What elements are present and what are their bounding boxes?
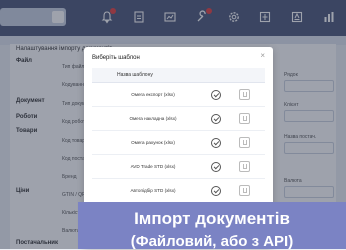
banner-subtitle: (Файловий, або з API)	[130, 233, 294, 250]
delete-icon[interactable]	[239, 113, 250, 124]
table-header: Назва шаблону	[92, 68, 265, 83]
select-check-icon[interactable]	[211, 162, 221, 172]
select-check-icon[interactable]	[211, 138, 221, 148]
template-name: Омега накладна (xlsx)	[129, 116, 177, 121]
table-row[interactable]: AVD Trade STD (xlsx)	[92, 155, 265, 179]
select-check-icon[interactable]	[211, 90, 221, 100]
delete-icon[interactable]	[239, 89, 250, 100]
banner-title: Імпорт документів	[134, 209, 290, 228]
select-check-icon[interactable]	[211, 186, 221, 196]
template-name: AVD Trade STD (xlsx)	[130, 164, 176, 169]
delete-icon[interactable]	[239, 161, 250, 172]
table-row[interactable]: Автопідбір STD (xlsx)	[92, 179, 265, 203]
delete-icon[interactable]	[239, 137, 250, 148]
column-header-name: Назва шаблону	[117, 72, 153, 78]
table-row[interactable]: Омега накладна (xlsx)	[92, 107, 265, 131]
caption-banner: Імпорт документів (Файловий, або з API)	[78, 202, 346, 250]
close-icon[interactable]: ×	[260, 51, 265, 60]
template-name: Автопідбір STD (xlsx)	[130, 188, 176, 193]
delete-icon[interactable]	[239, 185, 250, 196]
modal-title: Виберіть шаблон	[92, 55, 140, 61]
table-row[interactable]: Омега рахунок (xlsx)	[92, 131, 265, 155]
table-row[interactable]: Омега експорт (xlsx)	[92, 83, 265, 107]
select-check-icon[interactable]	[211, 114, 221, 124]
template-name: Омега експорт (xlsx)	[131, 92, 175, 97]
template-name: Омега рахунок (xlsx)	[131, 140, 175, 145]
